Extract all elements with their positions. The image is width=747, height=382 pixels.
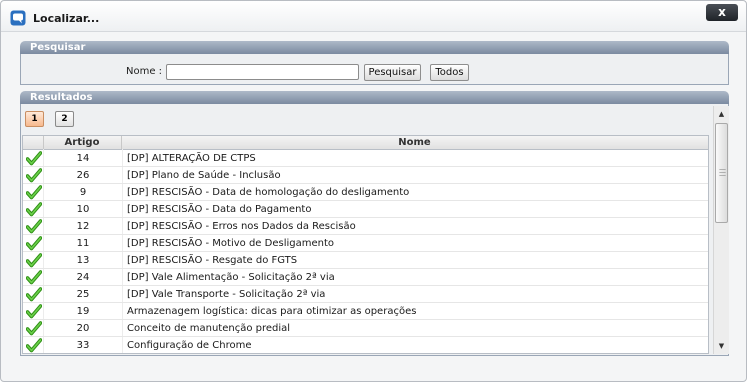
nome-cell: [DP] RESCISÃO - Motivo de Desligamento [127, 238, 334, 249]
table-row[interactable]: 12 [DP] RESCISÃO - Erros nos Dados da Res… [23, 218, 708, 235]
nome-cell: Armazenagem logística: dicas para otimiz… [127, 306, 417, 317]
table-row[interactable]: 24 [DP] Vale Alimentação - Solicitação 2ª… [23, 269, 708, 286]
check-icon [25, 185, 43, 200]
search-panel-header: Pesquisar [20, 41, 729, 54]
nome-cell: [DP] RESCISÃO - Data do Pagamento [127, 204, 312, 215]
scroll-up-icon[interactable]: ▲ [714, 108, 729, 120]
nome-cell: [DP] Plano de Saúde - Inclusão [127, 170, 281, 181]
table-row[interactable]: 10 [DP] RESCISÃO - Data do Pagamento [23, 201, 708, 218]
table-row[interactable]: 25 [DP] Vale Transporte - Solicitação 2ª … [23, 286, 708, 303]
table-row[interactable]: 9 [DP] RESCISÃO - Data de homologação do … [23, 184, 708, 201]
nome-cell: Configuração de Chrome [127, 340, 252, 351]
close-button[interactable]: x [706, 4, 738, 21]
page-2-button[interactable]: 2 [55, 111, 74, 127]
artigo-cell: 26 [76, 170, 90, 181]
find-dialog: Localizar... x Pesquisar Nome : Pesquisa… [0, 0, 747, 382]
window-title: Localizar... [33, 12, 100, 25]
name-input[interactable] [166, 64, 359, 80]
artigo-cell: 19 [76, 306, 90, 317]
results-panel-title: Resultados [30, 92, 93, 103]
check-icon [25, 219, 43, 234]
table-row[interactable]: 33 Configuração de Chrome [23, 337, 708, 353]
artigo-cell: 24 [76, 272, 90, 283]
header-icon-column [23, 136, 44, 149]
check-icon [25, 151, 43, 166]
check-icon [25, 321, 43, 336]
search-panel-title: Pesquisar [30, 42, 86, 53]
check-icon [25, 304, 43, 319]
results-table: Artigo Nome 14 [DP] ALTERAÇÃO DE CTPS 26 [D… [22, 135, 709, 354]
page-1-button[interactable]: 1 [25, 111, 44, 127]
artigo-cell: 11 [76, 238, 90, 249]
artigo-cell: 12 [76, 221, 90, 232]
artigo-cell: 20 [76, 323, 90, 334]
check-icon [25, 253, 43, 268]
scroll-down-icon[interactable]: ▼ [714, 340, 729, 352]
check-icon [25, 236, 43, 251]
table-row[interactable]: 26 [DP] Plano de Saúde - Inclusão [23, 167, 708, 184]
artigo-cell: 33 [76, 340, 90, 351]
artigo-cell: 25 [76, 289, 90, 300]
check-icon [25, 270, 43, 285]
search-button[interactable]: Pesquisar [364, 64, 421, 81]
name-label: Nome : [126, 66, 163, 77]
header-artigo[interactable]: Artigo [43, 136, 122, 149]
nome-cell: [DP] Vale Alimentação - Solicitação 2ª v… [127, 272, 335, 283]
nome-cell: [DP] RESCISÃO - Erros nos Dados da Resci… [127, 221, 356, 232]
nome-cell: [DP] ALTERAÇÃO DE CTPS [127, 153, 256, 164]
grip-icon: — — — [719, 165, 726, 179]
nome-cell: Conceito de manutenção predial [127, 323, 291, 334]
table-row[interactable]: 14 [DP] ALTERAÇÃO DE CTPS [23, 150, 708, 167]
table-header: Artigo Nome [23, 136, 708, 150]
table-row[interactable]: 20 Conceito de manutenção predial [23, 320, 708, 337]
check-icon [25, 168, 43, 183]
all-button[interactable]: Todos [430, 64, 469, 81]
header-nome[interactable]: Nome [122, 136, 707, 149]
chat-app-icon [10, 10, 26, 26]
close-icon[interactable]: x [718, 5, 726, 19]
check-icon [25, 338, 43, 353]
check-icon [25, 287, 43, 302]
check-icon [25, 202, 43, 217]
title-bar[interactable]: Localizar... x [1, 1, 746, 32]
nome-cell: [DP] Vale Transporte - Solicitação 2ª vi… [127, 289, 326, 300]
artigo-cell: 10 [76, 204, 90, 215]
table-row[interactable]: 11 [DP] RESCISÃO - Motivo de Desligamento [23, 235, 708, 252]
artigo-cell: 9 [79, 187, 87, 198]
results-panel-header: Resultados [20, 91, 729, 104]
artigo-cell: 14 [76, 153, 90, 164]
table-row[interactable]: 13 [DP] RESCISÃO - Resgate do FGTS [23, 252, 708, 269]
artigo-cell: 13 [76, 255, 90, 266]
results-scrollbar[interactable]: ▲ — — — ▼ [713, 106, 729, 354]
scroll-thumb[interactable]: — — — [715, 123, 728, 223]
nome-cell: [DP] RESCISÃO - Resgate do FGTS [127, 255, 298, 266]
nome-cell: [DP] RESCISÃO - Data de homologação do d… [127, 187, 410, 198]
table-row[interactable]: 19 Armazenagem logística: dicas para otim… [23, 303, 708, 320]
